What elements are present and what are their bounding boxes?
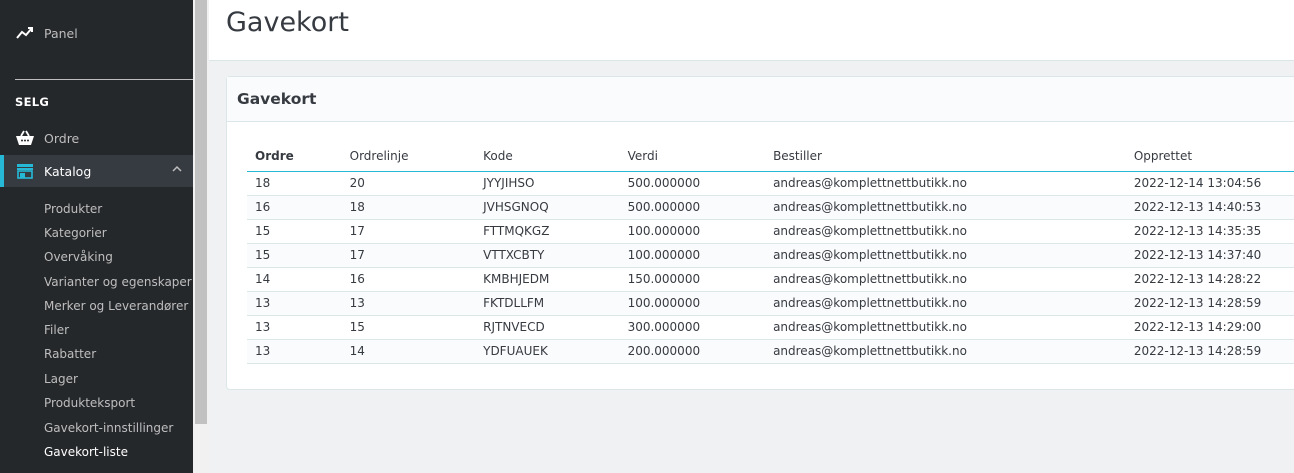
scrollbar-thumb[interactable] bbox=[195, 0, 207, 424]
sidebar-item-katalog[interactable]: Katalog bbox=[0, 155, 193, 187]
cell-ordrelinje: 15 bbox=[341, 315, 476, 340]
cell-opprettet: 2022-12-13 14:28:22 bbox=[1125, 267, 1294, 292]
cell-opprettet: 2022-12-14 13:04:56 bbox=[1125, 171, 1294, 196]
submenu-item-kategorier[interactable]: Kategorier bbox=[44, 226, 107, 240]
cell-ordrelinje: 14 bbox=[341, 339, 476, 364]
sidebar-scrollbar[interactable] bbox=[193, 0, 209, 473]
submenu-item-merker[interactable]: Merker og Leverandører bbox=[44, 299, 188, 313]
table-row[interactable]: 18 20 JYYJIHSO 500.000000 andreas@komple… bbox=[247, 171, 1294, 196]
cell-ordre: 13 bbox=[247, 339, 342, 364]
cell-kode: KMBHJEDM bbox=[475, 267, 620, 292]
cell-ordre: 16 bbox=[247, 195, 342, 220]
table-row[interactable]: 15 17 FTTMQKGZ 100.000000 andreas@komple… bbox=[247, 219, 1294, 244]
trending-up-icon bbox=[15, 23, 35, 43]
cell-kode: FKTDLLFM bbox=[475, 291, 620, 316]
cell-verdi: 100.000000 bbox=[619, 291, 766, 316]
cell-ordre: 15 bbox=[247, 243, 342, 268]
sidebar: Panel SELG Ordre Katalog Produkter Kateg… bbox=[0, 0, 193, 473]
cell-verdi: 300.000000 bbox=[619, 315, 766, 340]
cell-ordre: 13 bbox=[247, 315, 342, 340]
cell-ordre: 15 bbox=[247, 219, 342, 244]
column-header-opprettet[interactable]: Opprettet bbox=[1125, 141, 1294, 172]
cell-kode: RJTNVECD bbox=[475, 315, 620, 340]
submenu-item-gavekort-innstillinger[interactable]: Gavekort-innstillinger bbox=[44, 421, 173, 435]
table-row[interactable]: 16 18 JVHSGNOQ 500.000000 andreas@komple… bbox=[247, 195, 1294, 220]
store-icon bbox=[15, 161, 35, 181]
page-header: Gavekort bbox=[209, 0, 1294, 61]
column-header-ordrelinje[interactable]: Ordrelinje bbox=[341, 141, 476, 172]
column-header-ordre[interactable]: Ordre bbox=[247, 141, 342, 172]
cell-opprettet: 2022-12-13 14:28:59 bbox=[1125, 339, 1294, 364]
cell-verdi: 200.000000 bbox=[619, 339, 766, 364]
card-header: Gavekort bbox=[227, 77, 1294, 122]
cell-verdi: 500.000000 bbox=[619, 195, 766, 220]
cell-ordrelinje: 17 bbox=[341, 219, 476, 244]
cell-verdi: 150.000000 bbox=[619, 267, 766, 292]
cell-bestiller: andreas@komplettnettbutikk.no bbox=[765, 195, 1126, 220]
submenu-item-gavekort-liste[interactable]: Gavekort-liste bbox=[44, 445, 128, 459]
cell-ordrelinje: 18 bbox=[341, 195, 476, 220]
page-title: Gavekort bbox=[226, 7, 349, 38]
cell-bestiller: andreas@komplettnettbutikk.no bbox=[765, 291, 1126, 316]
table-row[interactable]: 15 17 VTTXCBTY 100.000000 andreas@komple… bbox=[247, 243, 1294, 268]
divider bbox=[15, 79, 193, 80]
cell-ordrelinje: 13 bbox=[341, 291, 476, 316]
submenu-item-lager[interactable]: Lager bbox=[44, 372, 78, 386]
table-row[interactable]: 13 13 FKTDLLFM 100.000000 andreas@komple… bbox=[247, 291, 1294, 316]
table-header-row: Ordre Ordrelinje Kode Verdi Bestiller Op… bbox=[247, 141, 1294, 172]
shopping-basket-icon bbox=[15, 128, 35, 148]
cell-ordrelinje: 16 bbox=[341, 267, 476, 292]
cell-bestiller: andreas@komplettnettbutikk.no bbox=[765, 171, 1126, 196]
cell-kode: VTTXCBTY bbox=[475, 243, 620, 268]
cell-bestiller: andreas@komplettnettbutikk.no bbox=[765, 339, 1126, 364]
sidebar-item-label: Ordre bbox=[44, 130, 80, 146]
giftcard-table: Ordre Ordrelinje Kode Verdi Bestiller Op… bbox=[247, 141, 1294, 364]
table-row[interactable]: 13 14 YDFUAUEK 200.000000 andreas@komple… bbox=[247, 339, 1294, 364]
submenu-item-filer[interactable]: Filer bbox=[44, 323, 69, 337]
sidebar-item-ordre[interactable]: Ordre bbox=[0, 122, 193, 154]
chevron-up-icon[interactable] bbox=[171, 163, 183, 178]
cell-opprettet: 2022-12-13 14:29:00 bbox=[1125, 315, 1294, 340]
cell-ordrelinje: 17 bbox=[341, 243, 476, 268]
column-header-bestiller[interactable]: Bestiller bbox=[765, 141, 1126, 172]
submenu-item-produkter[interactable]: Produkter bbox=[44, 202, 102, 216]
card-title: Gavekort bbox=[237, 90, 317, 108]
submenu-item-produkteksport[interactable]: Produkteksport bbox=[44, 396, 135, 410]
cell-kode: FTTMQKGZ bbox=[475, 219, 620, 244]
cell-bestiller: andreas@komplettnettbutikk.no bbox=[765, 267, 1126, 292]
cell-opprettet: 2022-12-13 14:40:53 bbox=[1125, 195, 1294, 220]
cell-kode: YDFUAUEK bbox=[475, 339, 620, 364]
cell-bestiller: andreas@komplettnettbutikk.no bbox=[765, 243, 1126, 268]
cell-kode: JYYJIHSO bbox=[475, 171, 620, 196]
cell-ordre: 14 bbox=[247, 267, 342, 292]
giftcard-card: Gavekort Ordre Ordrelinje Kode Verdi Bes… bbox=[226, 76, 1294, 390]
cell-bestiller: andreas@komplettnettbutikk.no bbox=[765, 219, 1126, 244]
column-header-verdi[interactable]: Verdi bbox=[619, 141, 766, 172]
cell-verdi: 500.000000 bbox=[619, 171, 766, 196]
submenu-item-rabatter[interactable]: Rabatter bbox=[44, 347, 96, 361]
cell-kode: JVHSGNOQ bbox=[475, 195, 620, 220]
sidebar-item-label: Katalog bbox=[44, 163, 92, 179]
sidebar-item-label: Panel bbox=[44, 25, 78, 41]
table-row[interactable]: 13 15 RJTNVECD 300.000000 andreas@komple… bbox=[247, 315, 1294, 340]
cell-opprettet: 2022-12-13 14:37:40 bbox=[1125, 243, 1294, 268]
table-row[interactable]: 14 16 KMBHJEDM 150.000000 andreas@komple… bbox=[247, 267, 1294, 292]
submenu-item-overvaking[interactable]: Overvåking bbox=[44, 250, 113, 264]
cell-opprettet: 2022-12-13 14:35:35 bbox=[1125, 219, 1294, 244]
cell-ordrelinje: 20 bbox=[341, 171, 476, 196]
column-header-kode[interactable]: Kode bbox=[475, 141, 620, 172]
cell-ordre: 13 bbox=[247, 291, 342, 316]
sidebar-item-panel[interactable]: Panel bbox=[0, 17, 193, 49]
cell-verdi: 100.000000 bbox=[619, 243, 766, 268]
cell-verdi: 100.000000 bbox=[619, 219, 766, 244]
cell-opprettet: 2022-12-13 14:28:59 bbox=[1125, 291, 1294, 316]
section-title: SELG bbox=[15, 95, 50, 109]
cell-ordre: 18 bbox=[247, 171, 342, 196]
cell-bestiller: andreas@komplettnettbutikk.no bbox=[765, 315, 1126, 340]
submenu-item-varianter[interactable]: Varianter og egenskaper bbox=[44, 275, 192, 289]
